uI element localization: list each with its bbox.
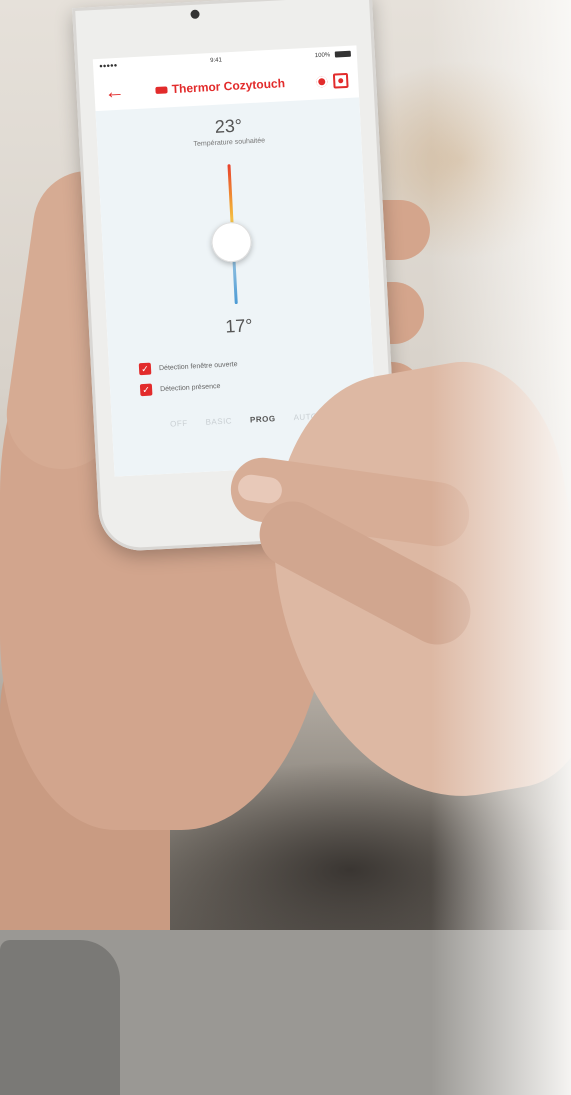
- carrier-signal: ●●●●●: [99, 62, 118, 70]
- temperature-slider-knob[interactable]: [210, 221, 253, 264]
- photo-scene: ●●●●● 9:41 100% ← Thermor Cozytouch 23° …: [0, 0, 571, 1095]
- status-time: 9:41: [210, 57, 223, 65]
- checkbox-checked-icon[interactable]: ✓: [139, 383, 153, 397]
- arrow-left-icon[interactable]: ←: [104, 81, 125, 104]
- mode-prog[interactable]: PROG: [250, 414, 276, 424]
- options-list: ✓ Détection fenêtre ouverte ✓ Détection …: [138, 358, 240, 405]
- sweater-sleeve: [0, 940, 120, 1095]
- white-fade-overlay: [431, 0, 571, 1095]
- header-actions: [315, 72, 349, 89]
- option-presence-detection[interactable]: ✓ Détection présence: [139, 379, 239, 397]
- option-window-detection[interactable]: ✓ Détection fenêtre ouverte: [138, 358, 238, 376]
- battery-percent: 100%: [314, 52, 331, 59]
- status-battery: 100%: [314, 50, 351, 59]
- scan-icon[interactable]: [332, 72, 349, 89]
- brand-logo-icon: [155, 85, 168, 94]
- checkbox-checked-icon[interactable]: ✓: [138, 362, 152, 376]
- min-temperature: 17°: [224, 315, 254, 337]
- app-brand: Thermor Cozytouch: [155, 76, 285, 97]
- gear-icon[interactable]: [315, 75, 328, 88]
- brand-name: Thermor Cozytouch: [171, 76, 286, 97]
- front-camera: [190, 9, 200, 20]
- battery-icon: [334, 50, 351, 58]
- mode-off[interactable]: OFF: [170, 419, 188, 429]
- mode-basic[interactable]: BASIC: [205, 416, 232, 426]
- option-label: Détection présence: [159, 382, 221, 393]
- option-label: Détection fenêtre ouverte: [158, 360, 238, 372]
